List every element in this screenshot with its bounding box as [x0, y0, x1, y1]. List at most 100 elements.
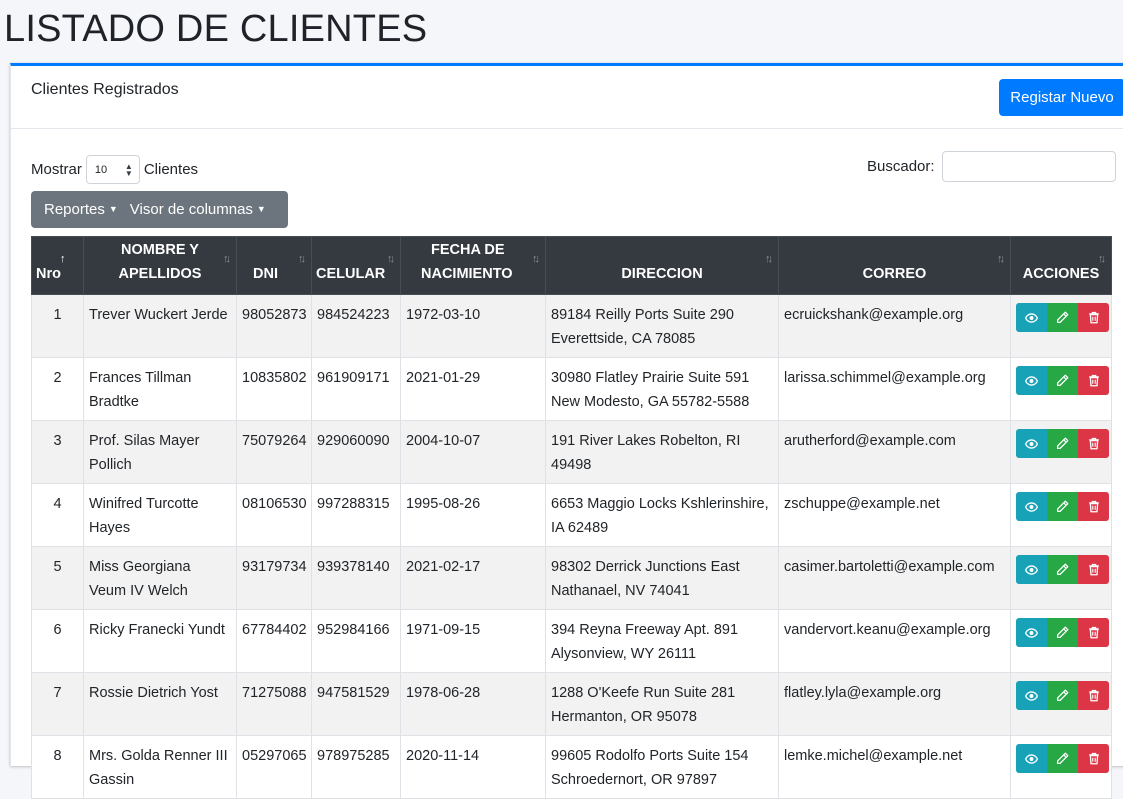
edit-button[interactable] — [1047, 555, 1078, 584]
sort-icon: ↑↓ — [765, 253, 773, 265]
cell-dni: 93179734 — [236, 546, 312, 610]
cell-nro: 1 — [31, 294, 84, 358]
view-button[interactable] — [1016, 744, 1047, 773]
cell-celular: 952984166 — [311, 609, 401, 673]
edit-button[interactable] — [1047, 492, 1078, 521]
header-label: APELLIDOS — [118, 266, 202, 282]
col-header-name[interactable]: ↑↓ NOMBRE Y APELLIDOS — [83, 236, 237, 295]
action-buttons — [1016, 303, 1111, 332]
trash-icon — [1088, 374, 1099, 387]
col-header-celular[interactable]: ↑↓ CELULAR — [311, 236, 401, 295]
col-header-nro[interactable]: ↑ Nro — [31, 236, 84, 295]
view-button[interactable] — [1016, 366, 1047, 395]
delete-button[interactable] — [1078, 744, 1109, 773]
eye-icon — [1025, 753, 1038, 764]
reports-dropdown[interactable]: Reportes ▼ — [31, 191, 118, 228]
show-suffix: Clientes — [143, 161, 199, 178]
action-buttons — [1016, 492, 1111, 521]
register-new-button[interactable]: Registar Nuevo — [999, 79, 1123, 116]
cell-correo: vandervort.keanu@example.org — [778, 609, 1011, 673]
columns-label: Visor de columnas — [129, 201, 253, 218]
cell-direccion: 191 River Lakes Robelton, RI 49498 — [545, 420, 779, 484]
col-header-fecha[interactable]: ↑↓ FECHA DE NACIMIENTO — [400, 236, 546, 295]
cell-dni: 71275088 — [236, 672, 312, 736]
view-button[interactable] — [1016, 303, 1047, 332]
trash-icon — [1088, 563, 1099, 576]
cell-dni: 67784402 — [236, 609, 312, 673]
cell-dni: 75079264 — [236, 420, 312, 484]
table-row: 5 Miss Georgiana Veum IV Welch 93179734 … — [31, 546, 1112, 610]
table-row: 1 Trever Wuckert Jerde 98052873 98452422… — [31, 294, 1112, 358]
table-row: 3 Prof. Silas Mayer Pollich 75079264 929… — [31, 420, 1112, 484]
edit-button[interactable] — [1047, 744, 1078, 773]
trash-icon — [1088, 626, 1099, 639]
action-buttons — [1016, 429, 1111, 458]
delete-button[interactable] — [1078, 303, 1109, 332]
view-button[interactable] — [1016, 681, 1047, 710]
cell-celular: 947581529 — [311, 672, 401, 736]
cell-dni: 10835802 — [236, 357, 312, 421]
search-label: Buscador: — [867, 158, 935, 175]
pencil-icon — [1056, 437, 1069, 450]
header-label: NACIMIENTO — [421, 266, 513, 282]
cell-actions — [1010, 483, 1112, 547]
eye-icon — [1025, 690, 1038, 701]
cell-name: Miss Georgiana Veum IV Welch — [83, 546, 237, 610]
edit-button[interactable] — [1047, 303, 1078, 332]
cell-correo: ecruickshank@example.org — [778, 294, 1011, 358]
view-button[interactable] — [1016, 492, 1047, 521]
sort-icon: ↑↓ — [532, 253, 540, 265]
cell-actions — [1010, 294, 1112, 358]
header-label: ACCIONES — [1022, 266, 1100, 282]
col-header-direccion[interactable]: ↑↓ DIRECCION — [545, 236, 779, 295]
edit-button[interactable] — [1047, 681, 1078, 710]
edit-button[interactable] — [1047, 429, 1078, 458]
sort-asc-icon: ↑ — [60, 253, 65, 265]
cell-fecha: 2004-10-07 — [400, 420, 546, 484]
table-tools: Reportes ▼ Visor de columnas ▼ — [31, 191, 288, 228]
edit-button[interactable] — [1047, 366, 1078, 395]
action-buttons — [1016, 555, 1111, 584]
delete-button[interactable] — [1078, 429, 1109, 458]
view-button[interactable] — [1016, 618, 1047, 647]
select-arrows-icon: ▲ ▼ — [124, 161, 133, 178]
cell-nro: 7 — [31, 672, 84, 736]
delete-button[interactable] — [1078, 618, 1109, 647]
cell-fecha: 1995-08-26 — [400, 483, 546, 547]
cell-name: Rossie Dietrich Yost — [83, 672, 237, 736]
cell-direccion: 89184 Reilly Ports Suite 290 Everettside… — [545, 294, 779, 358]
page-size-select[interactable]: 10 ▲ ▼ — [85, 155, 140, 184]
cell-fecha: 1978-06-28 — [400, 672, 546, 736]
clients-table: ↑ Nro ↑↓ NOMBRE Y APELLIDOS ↑↓ DNI ↑↓ CELULAR… — [31, 236, 1112, 799]
eye-icon — [1025, 501, 1038, 512]
eye-icon — [1025, 375, 1038, 386]
sort-icon: ↑↓ — [298, 253, 306, 265]
view-button[interactable] — [1016, 429, 1047, 458]
delete-button[interactable] — [1078, 366, 1109, 395]
table-row: 4 Winifred Turcotte Hayes 08106530 99728… — [31, 483, 1112, 547]
columns-dropdown[interactable]: Visor de columnas ▼ — [118, 191, 266, 228]
col-header-acciones[interactable]: ↑↓ ACCIONES — [1010, 236, 1112, 295]
view-button[interactable] — [1016, 555, 1047, 584]
col-header-correo[interactable]: ↑↓ CORREO — [778, 236, 1011, 295]
search-input[interactable] — [941, 151, 1116, 182]
edit-button[interactable] — [1047, 618, 1078, 647]
caret-down-icon: ▼ — [108, 204, 118, 214]
cell-celular: 961909171 — [311, 357, 401, 421]
delete-button[interactable] — [1078, 492, 1109, 521]
eye-icon — [1025, 312, 1038, 323]
sort-icon: ↑↓ — [387, 253, 395, 265]
sort-icon: ↑↓ — [1098, 253, 1106, 265]
card-header: Clientes Registrados Registar Nuevo — [11, 66, 1123, 129]
delete-button[interactable] — [1078, 555, 1109, 584]
action-buttons — [1016, 681, 1111, 710]
cell-direccion: 394 Reyna Freeway Apt. 891 Alysonview, W… — [545, 609, 779, 673]
cell-name: Prof. Silas Mayer Pollich — [83, 420, 237, 484]
col-header-dni[interactable]: ↑↓ DNI — [236, 236, 312, 295]
delete-button[interactable] — [1078, 681, 1109, 710]
cell-nro: 4 — [31, 483, 84, 547]
cell-actions — [1010, 546, 1112, 610]
cell-direccion: 6653 Maggio Locks Kshlerinshire, IA 6248… — [545, 483, 779, 547]
reports-label: Reportes — [44, 201, 105, 218]
cell-nro: 5 — [31, 546, 84, 610]
